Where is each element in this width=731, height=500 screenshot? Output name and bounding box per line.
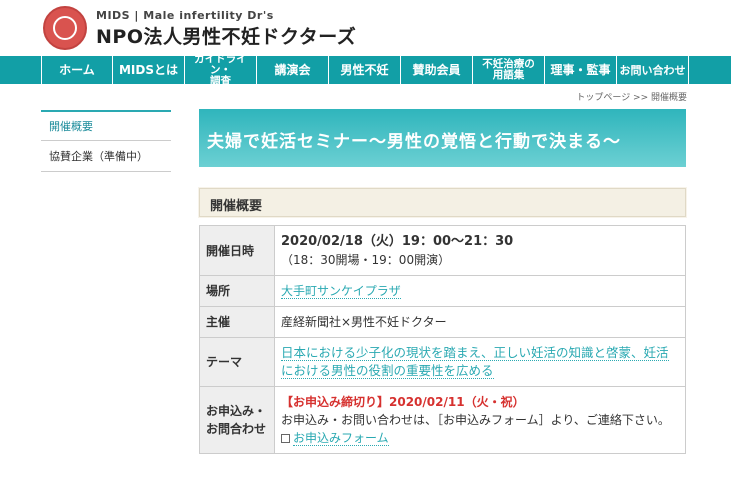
logo-subtitle: MIDS | Male infertility Dr's xyxy=(96,9,274,22)
nav-item-guidelines[interactable]: ガイドライン・ 調査 xyxy=(185,53,257,86)
application-instructions: お申込み・お問い合わせは、［お申込みフォーム］より、ご連絡下さい。 xyxy=(281,413,670,427)
nav-item-lectures[interactable]: 講演会 xyxy=(257,56,329,84)
sidebar: 開催概要 協賛企業（準備中） xyxy=(41,110,171,172)
page-banner: 夫婦で妊活セミナー～男性の覚悟と行動で決まる～ xyxy=(199,109,686,167)
nav-item-about[interactable]: MIDSとは xyxy=(113,56,185,84)
breadcrumb[interactable]: トップページ >> 開催概要 xyxy=(576,90,687,103)
sidebar-item-overview[interactable]: 開催概要 xyxy=(41,110,171,141)
external-link-icon xyxy=(281,434,290,443)
section-header: 開催概要 xyxy=(199,188,686,217)
nav-item-supporting-members[interactable]: 賛助会員 xyxy=(401,56,473,84)
nav-item-directors[interactable]: 理事・監事 xyxy=(545,56,617,84)
table-row: 開催日時 2020/02/18（火）19：00～21：30 （18：30開場・19… xyxy=(199,225,686,276)
application-form-link[interactable]: お申込みフォーム xyxy=(293,431,389,446)
nav-item-glossary[interactable]: 不妊治療の 用語集 xyxy=(473,56,545,84)
application-deadline: 【お申込み締切り】2020/02/11（火・祝） xyxy=(281,395,525,409)
row-value-organizer: 産経新聞社×男性不妊ドクター xyxy=(274,306,686,338)
table-row: お申込み・お問合わせ 【お申込み締切り】2020/02/11（火・祝） お申込み… xyxy=(199,386,686,454)
event-date-note: （18：30開場・19：00開演） xyxy=(281,253,451,267)
table-row: 場所 大手町サンケイプラザ xyxy=(199,275,686,307)
section-title: 開催概要 xyxy=(210,199,263,214)
row-value-venue: 大手町サンケイプラザ xyxy=(274,275,686,307)
row-label-venue: 場所 xyxy=(199,275,275,307)
main-nav: ホーム MIDSとは ガイドライン・ 調査 講演会 男性不妊 賛助会員 不妊治療… xyxy=(0,53,731,86)
site-header: MIDS | Male infertility Dr's NPO法人男性不妊ドク… xyxy=(0,0,731,56)
table-row: 主催 産経新聞社×男性不妊ドクター xyxy=(199,306,686,338)
row-label-application: お申込み・お問合わせ xyxy=(199,386,275,454)
row-label-organizer: 主催 xyxy=(199,306,275,338)
row-value-datetime: 2020/02/18（火）19：00～21：30 （18：30開場・19：00開演… xyxy=(274,225,686,276)
row-label-datetime: 開催日時 xyxy=(199,225,275,276)
sidebar-item-sponsors[interactable]: 協賛企業（準備中） xyxy=(41,141,171,172)
table-row: テーマ 日本における少子化の現状を踏まえ、正しい妊活の知識と啓蒙、妊活における男… xyxy=(199,337,686,387)
venue-link[interactable]: 大手町サンケイプラザ xyxy=(281,284,401,299)
event-date: 2020/02/18（火）19：00～21：30 xyxy=(281,234,514,249)
nav-item-home[interactable]: ホーム xyxy=(41,56,113,84)
event-info-table: 開催日時 2020/02/18（火）19：00～21：30 （18：30開場・19… xyxy=(199,225,686,454)
mids-logo-icon[interactable] xyxy=(43,6,87,50)
row-value-application: 【お申込み締切り】2020/02/11（火・祝） お申込み・お問い合わせは、［お… xyxy=(274,386,686,454)
row-value-theme: 日本における少子化の現状を踏まえ、正しい妊活の知識と啓蒙、妊活における男性の役割… xyxy=(274,337,686,387)
nav-item-contact[interactable]: お問い合わせ xyxy=(617,56,689,84)
nav-item-male-infertility[interactable]: 男性不妊 xyxy=(329,56,401,84)
page-title: 夫婦で妊活セミナー～男性の覚悟と行動で決まる～ xyxy=(207,132,621,152)
logo-title[interactable]: NPO法人男性不妊ドクターズ xyxy=(96,22,356,49)
row-label-theme: テーマ xyxy=(199,337,275,387)
theme-text: 日本における少子化の現状を踏まえ、正しい妊活の知識と啓蒙、妊活における男性の役割… xyxy=(281,345,669,379)
